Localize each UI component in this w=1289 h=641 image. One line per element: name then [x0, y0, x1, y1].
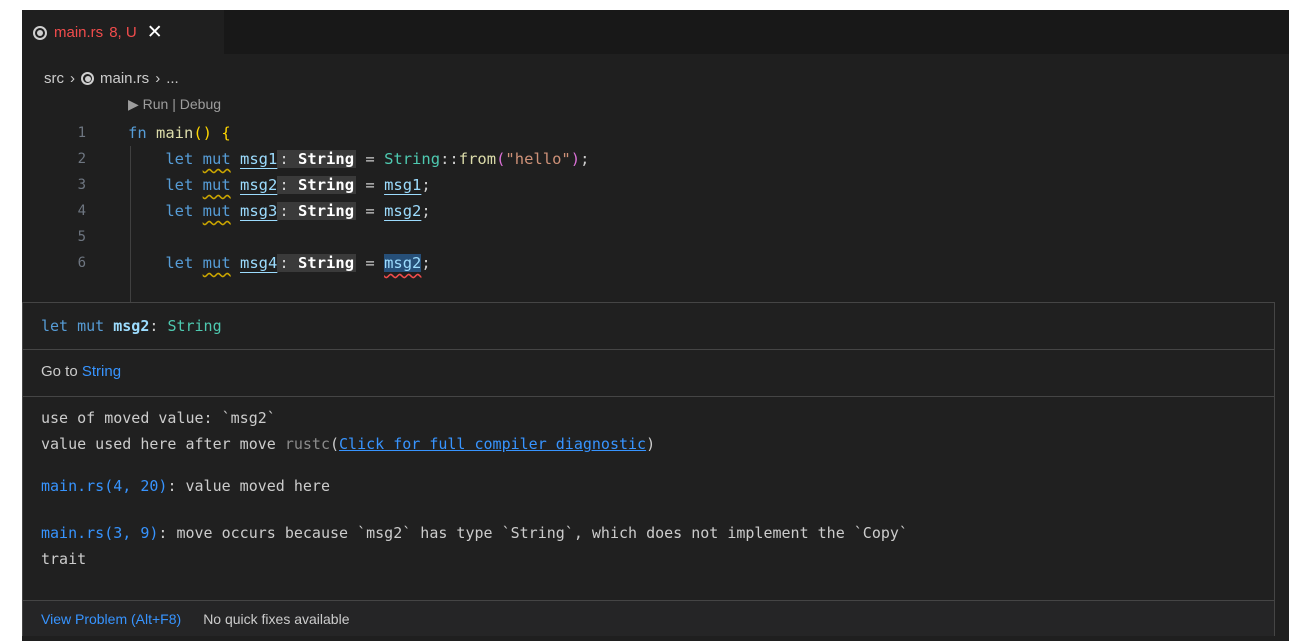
code-text: let mut msg1: String = String::from("hel… [165, 150, 590, 168]
divider [23, 349, 1274, 350]
breadcrumb-file[interactable]: main.rs [81, 70, 149, 87]
line-number: 2 [77, 151, 86, 167]
goto-label: Go to [41, 363, 78, 380]
line-number: 1 [77, 125, 86, 141]
related-location-link[interactable]: main.rs(3, 9) [41, 524, 158, 542]
rust-icon [33, 25, 47, 40]
error-line-2: value used here after move rustc(Click f… [41, 435, 656, 453]
error-message: use of moved value: `msg2` value used he… [23, 405, 1274, 457]
code-line[interactable]: 4 let mut msg3: String = msg2; [22, 198, 1289, 224]
no-quick-fixes-label: No quick fixes available [203, 610, 350, 627]
view-problem-link[interactable]: View Problem (Alt+F8) [41, 611, 181, 627]
tab-bar: main.rs 8, U ✕ [22, 10, 1289, 54]
run-debug-codelens[interactable]: ▶ Run | Debug [128, 96, 221, 113]
related-info-item: main.rs(4, 20): value moved here [41, 477, 330, 495]
tab-main-rs[interactable]: main.rs 8, U ✕ [22, 10, 224, 54]
code-text: let mut msg3: String = msg2; [165, 202, 431, 220]
code-line[interactable]: 2 let mut msg1: String = String::from("h… [22, 146, 1289, 172]
error-token: msg2 [384, 254, 422, 272]
hover-status-bar: View Problem (Alt+F8) No quick fixes ava… [23, 600, 1274, 636]
goto-string-link[interactable]: String [82, 363, 121, 380]
breadcrumb-symbols[interactable]: ... [166, 70, 179, 87]
related-location-link[interactable]: main.rs(4, 20) [41, 477, 167, 495]
rust-icon [81, 71, 94, 85]
full-diagnostic-link[interactable]: Click for full compiler diagnostic [339, 435, 646, 453]
code-text: fn main() { [128, 124, 231, 142]
tab-label: main.rs [54, 24, 104, 41]
code-line[interactable]: 5 [22, 224, 1289, 250]
code-text: let mut msg2: String = msg1; [165, 176, 431, 194]
hover-goto: Go to String [23, 359, 1274, 385]
code-line[interactable]: 3 let mut msg2: String = msg1; [22, 172, 1289, 198]
breadcrumb-folder[interactable]: src [44, 70, 64, 87]
line-number: 4 [77, 203, 86, 219]
divider [23, 396, 1274, 397]
chevron-right-icon: › [70, 69, 75, 87]
line-number: 3 [77, 177, 86, 193]
code-line[interactable]: 6 let mut msg4: String = msg2; [22, 250, 1289, 276]
hover-widget: let mut msg2: String Go to String use of… [22, 302, 1275, 636]
editor-window: main.rs 8, U ✕ src › main.rs › ... ▶ Run… [22, 10, 1289, 641]
tab-problem-badge: 8, U [109, 24, 137, 41]
close-icon[interactable]: ✕ [147, 23, 163, 42]
code-text: let mut msg4: String = msg2; [165, 254, 431, 272]
hover-signature: let mut msg2: String [41, 317, 222, 335]
breadcrumb-file-label: main.rs [100, 69, 150, 87]
chevron-right-icon: › [155, 69, 161, 87]
line-number: 5 [77, 229, 86, 245]
breadcrumb: src › main.rs › ... [44, 66, 179, 90]
related-info-item: main.rs(3, 9): move occurs because `msg2… [41, 524, 908, 568]
line-number: 6 [77, 255, 86, 271]
code-line[interactable]: 1 fn main() { [22, 120, 1289, 146]
error-line-1: use of moved value: `msg2` [41, 409, 276, 427]
